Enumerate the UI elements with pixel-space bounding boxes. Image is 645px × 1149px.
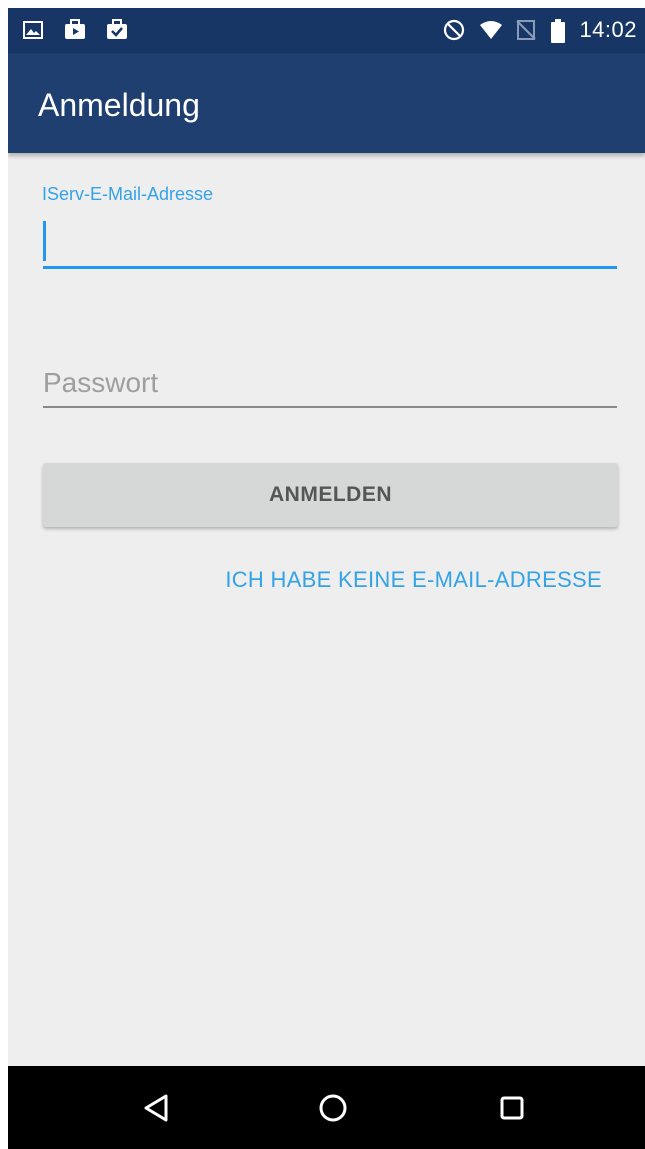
page-title: Anmeldung [38, 87, 200, 123]
do-not-disturb-icon [443, 19, 465, 41]
no-sim-icon [515, 19, 537, 41]
battery-icon [551, 19, 566, 43]
no-email-link[interactable]: ICH HABE KEINE E-MAIL-ADRESSE [225, 567, 602, 593]
login-button[interactable]: ANMELDEN [43, 463, 618, 527]
wifi-icon [479, 19, 503, 41]
briefcase-play-icon [64, 19, 86, 41]
recents-icon[interactable] [492, 1088, 532, 1128]
home-icon[interactable] [313, 1088, 353, 1128]
login-screen: 14:02 Anmeldung IServ-E-Mail-Adresse ANM… [8, 8, 645, 1149]
app-bar: Anmeldung [8, 53, 645, 153]
briefcase-check-icon [106, 19, 128, 41]
status-bar: 14:02 [8, 8, 645, 53]
email-field-label: IServ-E-Mail-Adresse [42, 184, 214, 204]
status-right-icons: 14:02 [443, 17, 637, 43]
email-field[interactable] [43, 218, 617, 269]
image-icon [22, 19, 44, 41]
text-cursor [43, 221, 46, 261]
password-field[interactable] [43, 360, 617, 408]
status-clock: 14:02 [579, 17, 637, 42]
back-icon[interactable] [137, 1088, 177, 1128]
status-left-icons [22, 19, 128, 41]
navigation-bar [8, 1066, 645, 1149]
